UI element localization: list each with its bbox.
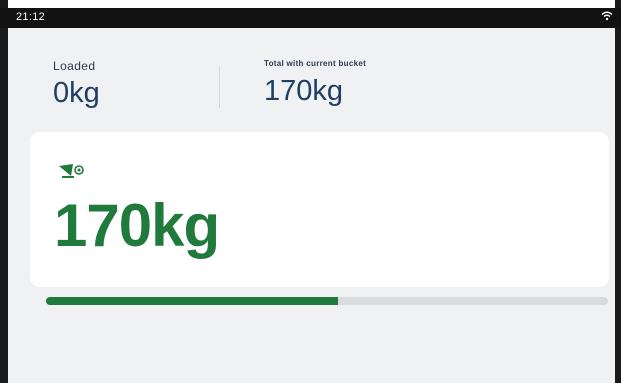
total-value: 170kg xyxy=(264,75,344,107)
wifi-icon xyxy=(601,11,613,24)
total-stat: Total with current bucket 170kg xyxy=(264,59,366,108)
loaded-stat: Loaded 0kg xyxy=(53,59,100,110)
device-bezel-left xyxy=(0,0,8,383)
load-progress-bar xyxy=(46,297,608,305)
loaded-value: 0kg xyxy=(53,77,100,109)
load-progress-fill xyxy=(46,297,339,305)
device-bezel-right xyxy=(615,0,621,383)
main-screen: Loaded 0kg Total with current bucket 170… xyxy=(8,28,615,383)
bucket-icon xyxy=(58,162,86,180)
status-bar: 21:12 xyxy=(0,8,621,28)
current-bucket-card: 170kg xyxy=(30,132,609,287)
current-weight: 170kg xyxy=(54,192,220,259)
stat-divider xyxy=(219,66,220,108)
status-time: 21:12 xyxy=(16,11,46,23)
loaded-label: Loaded xyxy=(53,59,96,73)
total-label: Total with current bucket xyxy=(264,59,367,68)
device-frame: 21:12 Loaded 0kg Total with current buck… xyxy=(0,0,621,383)
